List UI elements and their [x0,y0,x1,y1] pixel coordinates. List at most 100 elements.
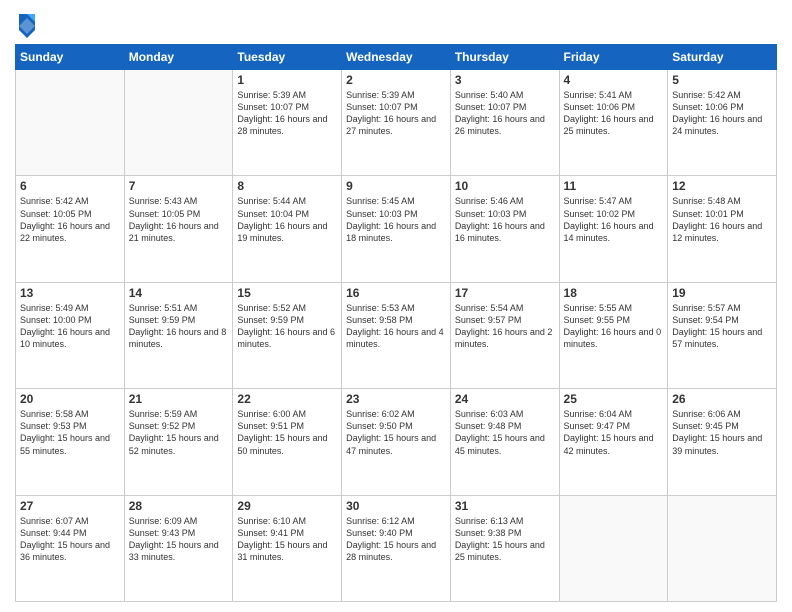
cell-text: Sunrise: 5:53 AM Sunset: 9:58 PM Dayligh… [346,302,446,351]
calendar-cell: 29 Sunrise: 6:10 AM Sunset: 9:41 PM Dayli… [233,495,342,601]
page: SundayMondayTuesdayWednesdayThursdayFrid… [0,0,792,612]
day-number: 26 [672,392,772,406]
day-number: 2 [346,73,446,87]
cell-text: Sunrise: 5:39 AM Sunset: 10:07 PM Daylig… [237,89,337,138]
calendar-cell [16,70,125,176]
cell-text: Sunrise: 5:49 AM Sunset: 10:00 PM Daylig… [20,302,120,351]
cell-text: Sunrise: 5:59 AM Sunset: 9:52 PM Dayligh… [129,408,229,457]
calendar-cell: 24 Sunrise: 6:03 AM Sunset: 9:48 PM Dayli… [450,389,559,495]
cell-text: Sunrise: 6:04 AM Sunset: 9:47 PM Dayligh… [564,408,664,457]
day-number: 12 [672,179,772,193]
calendar-cell [124,70,233,176]
day-number: 19 [672,286,772,300]
day-number: 17 [455,286,555,300]
cell-text: Sunrise: 5:45 AM Sunset: 10:03 PM Daylig… [346,195,446,244]
weekday-header: Sunday [16,45,125,70]
calendar-cell [559,495,668,601]
calendar-cell: 14Sunrise: 5:51 AM Sunset: 9:59 PM Dayli… [124,282,233,388]
day-number: 21 [129,392,229,406]
calendar-cell [668,495,777,601]
day-number: 18 [564,286,664,300]
calendar-cell: 19 Sunrise: 5:57 AM Sunset: 9:54 PM Dayli… [668,282,777,388]
weekday-header: Friday [559,45,668,70]
cell-text: Sunrise: 5:47 AM Sunset: 10:02 PM Daylig… [564,195,664,244]
calendar-cell: 11 Sunrise: 5:47 AM Sunset: 10:02 PM Dayl… [559,176,668,282]
cell-text: Sunrise: 5:43 AM Sunset: 10:05 PM Daylig… [129,195,229,244]
weekday-header: Wednesday [342,45,451,70]
calendar-cell: 27 Sunrise: 6:07 AM Sunset: 9:44 PM Dayli… [16,495,125,601]
day-number: 16 [346,286,446,300]
calendar-cell: 23 Sunrise: 6:02 AM Sunset: 9:50 PM Dayli… [342,389,451,495]
calendar-cell: 16 Sunrise: 5:53 AM Sunset: 9:58 PM Dayli… [342,282,451,388]
calendar-cell: 9 Sunrise: 5:45 AM Sunset: 10:03 PM Dayli… [342,176,451,282]
day-number: 15 [237,286,337,300]
cell-text: Sunrise: 5:48 AM Sunset: 10:01 PM Daylig… [672,195,772,244]
calendar-cell: 10 Sunrise: 5:46 AM Sunset: 10:03 PM Dayl… [450,176,559,282]
cell-text: Sunrise: 5:51 AM Sunset: 9:59 PM Dayligh… [129,302,229,351]
calendar-cell: 15 Sunrise: 5:52 AM Sunset: 9:59 PM Dayli… [233,282,342,388]
calendar-week-row: 1 Sunrise: 5:39 AM Sunset: 10:07 PM Dayli… [16,70,777,176]
calendar-cell: 21 Sunrise: 5:59 AM Sunset: 9:52 PM Dayli… [124,389,233,495]
calendar: SundayMondayTuesdayWednesdayThursdayFrid… [15,44,777,602]
logo-icon [15,10,39,38]
day-number: 1 [237,73,337,87]
cell-text: Sunrise: 5:46 AM Sunset: 10:03 PM Daylig… [455,195,555,244]
calendar-week-row: 27 Sunrise: 6:07 AM Sunset: 9:44 PM Dayli… [16,495,777,601]
cell-text: Sunrise: 6:13 AM Sunset: 9:38 PM Dayligh… [455,515,555,564]
calendar-cell: 25 Sunrise: 6:04 AM Sunset: 9:47 PM Dayli… [559,389,668,495]
calendar-cell: 20 Sunrise: 5:58 AM Sunset: 9:53 PM Dayli… [16,389,125,495]
weekday-header: Saturday [668,45,777,70]
day-number: 5 [672,73,772,87]
header [15,10,777,38]
calendar-cell: 30 Sunrise: 6:12 AM Sunset: 9:40 PM Dayli… [342,495,451,601]
calendar-cell: 17Sunrise: 5:54 AM Sunset: 9:57 PM Dayli… [450,282,559,388]
cell-text: Sunrise: 6:03 AM Sunset: 9:48 PM Dayligh… [455,408,555,457]
day-number: 31 [455,499,555,513]
cell-text: Sunrise: 5:55 AM Sunset: 9:55 PM Dayligh… [564,302,664,351]
weekday-header: Tuesday [233,45,342,70]
day-number: 29 [237,499,337,513]
cell-text: Sunrise: 5:42 AM Sunset: 10:05 PM Daylig… [20,195,120,244]
day-number: 22 [237,392,337,406]
calendar-cell: 5 Sunrise: 5:42 AM Sunset: 10:06 PM Dayli… [668,70,777,176]
weekday-header: Monday [124,45,233,70]
cell-text: Sunrise: 6:09 AM Sunset: 9:43 PM Dayligh… [129,515,229,564]
calendar-cell: 6Sunrise: 5:42 AM Sunset: 10:05 PM Dayli… [16,176,125,282]
day-number: 24 [455,392,555,406]
day-number: 4 [564,73,664,87]
calendar-cell: 8 Sunrise: 5:44 AM Sunset: 10:04 PM Dayli… [233,176,342,282]
cell-text: Sunrise: 6:07 AM Sunset: 9:44 PM Dayligh… [20,515,120,564]
day-number: 11 [564,179,664,193]
day-number: 25 [564,392,664,406]
day-number: 10 [455,179,555,193]
calendar-cell: 31 Sunrise: 6:13 AM Sunset: 9:38 PM Dayli… [450,495,559,601]
calendar-cell: 4 Sunrise: 5:41 AM Sunset: 10:06 PM Dayli… [559,70,668,176]
cell-text: Sunrise: 6:12 AM Sunset: 9:40 PM Dayligh… [346,515,446,564]
calendar-week-row: 20 Sunrise: 5:58 AM Sunset: 9:53 PM Dayli… [16,389,777,495]
cell-text: Sunrise: 5:41 AM Sunset: 10:06 PM Daylig… [564,89,664,138]
cell-text: Sunrise: 5:44 AM Sunset: 10:04 PM Daylig… [237,195,337,244]
cell-text: Sunrise: 5:52 AM Sunset: 9:59 PM Dayligh… [237,302,337,351]
cell-text: Sunrise: 6:10 AM Sunset: 9:41 PM Dayligh… [237,515,337,564]
calendar-week-row: 13Sunrise: 5:49 AM Sunset: 10:00 PM Dayl… [16,282,777,388]
weekday-header: Thursday [450,45,559,70]
calendar-cell: 13Sunrise: 5:49 AM Sunset: 10:00 PM Dayl… [16,282,125,388]
logo [15,10,43,38]
calendar-cell: 26 Sunrise: 6:06 AM Sunset: 9:45 PM Dayli… [668,389,777,495]
day-number: 23 [346,392,446,406]
cell-text: Sunrise: 6:06 AM Sunset: 9:45 PM Dayligh… [672,408,772,457]
calendar-week-row: 6Sunrise: 5:42 AM Sunset: 10:05 PM Dayli… [16,176,777,282]
calendar-cell: 18 Sunrise: 5:55 AM Sunset: 9:55 PM Dayli… [559,282,668,388]
cell-text: Sunrise: 6:02 AM Sunset: 9:50 PM Dayligh… [346,408,446,457]
weekday-header-row: SundayMondayTuesdayWednesdayThursdayFrid… [16,45,777,70]
day-number: 27 [20,499,120,513]
cell-text: Sunrise: 5:57 AM Sunset: 9:54 PM Dayligh… [672,302,772,351]
day-number: 30 [346,499,446,513]
day-number: 9 [346,179,446,193]
calendar-cell: 1 Sunrise: 5:39 AM Sunset: 10:07 PM Dayli… [233,70,342,176]
day-number: 20 [20,392,120,406]
cell-text: Sunrise: 5:42 AM Sunset: 10:06 PM Daylig… [672,89,772,138]
calendar-cell: 3Sunrise: 5:40 AM Sunset: 10:07 PM Dayli… [450,70,559,176]
cell-text: Sunrise: 5:58 AM Sunset: 9:53 PM Dayligh… [20,408,120,457]
day-number: 8 [237,179,337,193]
